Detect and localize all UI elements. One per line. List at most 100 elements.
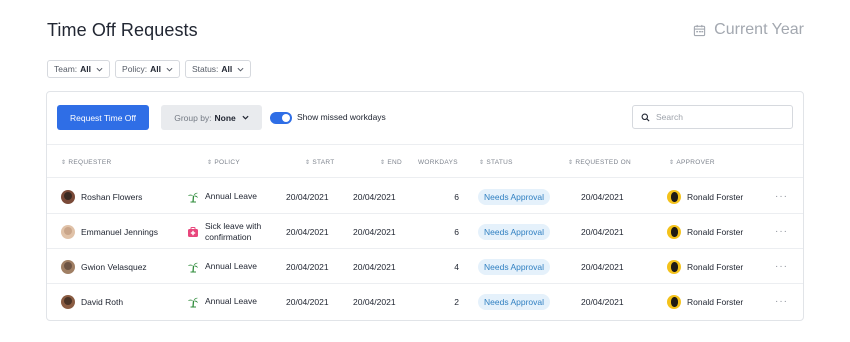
requester-name: Roshan Flowers <box>81 191 143 202</box>
end-date: 20/04/2021 <box>353 226 396 237</box>
start-date: 20/04/2021 <box>286 261 329 272</box>
chevron-down-icon <box>237 67 244 72</box>
approver-cell: Ronald Forster <box>667 284 743 319</box>
table-row[interactable]: David Roth Annual Leave 20/04/2021 20/04/20… <box>47 284 803 319</box>
more-options-button[interactable]: ··· <box>775 214 788 249</box>
column-header-workdays[interactable]: WORKDAYS <box>418 145 458 179</box>
policy-filter-value: All <box>150 64 161 74</box>
status-cell: Needs Approval <box>478 214 551 249</box>
requester-cell: David Roth <box>61 284 123 319</box>
table-row[interactable]: Gwion Velasquez Annual Leave 20/04/2021 20/… <box>47 249 803 284</box>
more-options-button[interactable]: ··· <box>775 249 788 284</box>
status-badge: Needs Approval <box>478 293 551 310</box>
column-header-requested-on[interactable]: ⇕ REQUESTED ON <box>568 145 631 179</box>
status-filter-value: All <box>221 64 233 74</box>
requester-cell: Emmanuel Jennings <box>61 214 158 249</box>
status-badge: Needs Approval <box>478 188 551 205</box>
group-by-label: Group by: <box>174 112 212 123</box>
missed-workdays-toggle[interactable] <box>270 112 292 124</box>
policy-name: Annual Leave <box>205 296 257 306</box>
group-by-dropdown[interactable]: Group by: None <box>161 105 262 130</box>
table-header: ⇕ REQUESTER ⇕ POLICY ⇕ START ⇕ END WORKDAYS … <box>47 144 803 178</box>
policy-name: Sick leave with confirmation <box>205 220 262 242</box>
team-filter-label: Team: <box>54 64 78 74</box>
status-filter[interactable]: Status: All <box>184 60 252 78</box>
policy-cell: Annual Leave <box>187 284 282 319</box>
chevron-down-icon <box>166 67 173 72</box>
approver-cell: Ronald Forster <box>667 214 743 249</box>
avatar <box>667 294 681 309</box>
team-filter-value: All <box>80 64 92 74</box>
sort-icon: ⇕ <box>61 159 67 166</box>
search-icon <box>641 113 650 122</box>
column-header-requester[interactable]: ⇕ REQUESTER <box>61 145 111 179</box>
end-date: 20/04/2021 <box>353 261 396 272</box>
palm-tree-icon <box>187 261 199 273</box>
more-options-button[interactable]: ··· <box>775 284 788 319</box>
column-header-approver[interactable]: ⇕ APPROVER <box>669 145 715 179</box>
column-header-label: START <box>312 158 335 166</box>
policy-cell: Annual Leave <box>187 249 282 284</box>
policy-filter-label: Policy: <box>122 64 148 74</box>
column-header-label: POLICY <box>214 158 240 166</box>
avatar <box>61 224 75 239</box>
requester-name: David Roth <box>81 296 124 307</box>
policy-name: Annual Leave <box>205 261 257 271</box>
status-cell: Needs Approval <box>478 284 551 319</box>
column-header-status[interactable]: ⇕ STATUS <box>479 145 513 179</box>
avatar <box>61 294 75 309</box>
requested-on-date: 20/04/2021 <box>581 226 624 237</box>
year-picker[interactable]: Current Year <box>693 21 804 39</box>
policy-filter[interactable]: Policy: All <box>115 60 180 78</box>
filter-bar: Team: All Policy: All Status: All <box>47 60 252 78</box>
table-row[interactable]: Emmanuel Jennings Sick leave with confirm… <box>47 214 803 249</box>
column-header-label: APPROVER <box>676 158 715 166</box>
workdays-count: 6 <box>454 226 459 237</box>
team-filter[interactable]: Team: All <box>47 60 111 78</box>
policy-cell: Annual Leave <box>187 179 282 214</box>
approver-name: Ronald Forster <box>687 261 744 272</box>
chevron-down-icon <box>242 115 249 120</box>
approver-name: Ronald Forster <box>687 226 744 237</box>
workdays-count: 6 <box>454 191 459 202</box>
requests-card: Request Time Off Group by: None Show mis… <box>46 91 804 321</box>
requester-cell: Gwion Velasquez <box>61 249 147 284</box>
column-header-policy[interactable]: ⇕ POLICY <box>207 145 240 179</box>
table-row[interactable]: Roshan Flowers Annual Leave 20/04/2021 20/0… <box>47 179 803 214</box>
medical-kit-icon <box>187 226 199 238</box>
avatar <box>667 224 681 239</box>
requester-name: Gwion Velasquez <box>81 261 147 272</box>
avatar <box>61 189 75 204</box>
end-date: 20/04/2021 <box>353 296 396 307</box>
palm-tree-icon <box>187 191 199 203</box>
status-badge: Needs Approval <box>478 258 551 275</box>
end-date: 20/04/2021 <box>353 191 396 202</box>
sort-icon: ⇕ <box>305 159 311 166</box>
calendar-icon <box>693 24 706 36</box>
page-title: Time Off Requests <box>47 20 198 40</box>
column-header-start[interactable]: ⇕ START <box>305 145 335 179</box>
approver-cell: Ronald Forster <box>667 249 743 284</box>
search-input[interactable] <box>656 112 776 122</box>
status-filter-label: Status: <box>191 64 219 74</box>
policy-name: Annual Leave <box>205 191 257 201</box>
avatar <box>667 189 681 204</box>
sort-icon: ⇕ <box>479 159 485 166</box>
sort-icon: ⇕ <box>207 159 213 166</box>
column-header-label: REQUESTED ON <box>575 158 631 166</box>
column-header-label: END <box>387 158 402 166</box>
requested-on-date: 20/04/2021 <box>581 296 624 307</box>
policy-cell: Sick leave with confirmation <box>187 214 282 249</box>
palm-tree-icon <box>187 296 199 308</box>
request-time-off-button[interactable]: Request Time Off <box>57 105 149 130</box>
workdays-count: 2 <box>454 296 459 307</box>
more-options-button[interactable]: ··· <box>775 179 788 214</box>
start-date: 20/04/2021 <box>286 296 329 307</box>
avatar <box>61 259 75 274</box>
column-header-label: WORKDAYS <box>418 158 458 166</box>
missed-workdays-label: Show missed workdays <box>297 112 386 122</box>
start-date: 20/04/2021 <box>286 226 329 237</box>
column-header-end[interactable]: ⇕ END <box>380 145 402 179</box>
column-header-label: REQUESTER <box>68 158 112 166</box>
workdays-count: 4 <box>454 261 459 272</box>
